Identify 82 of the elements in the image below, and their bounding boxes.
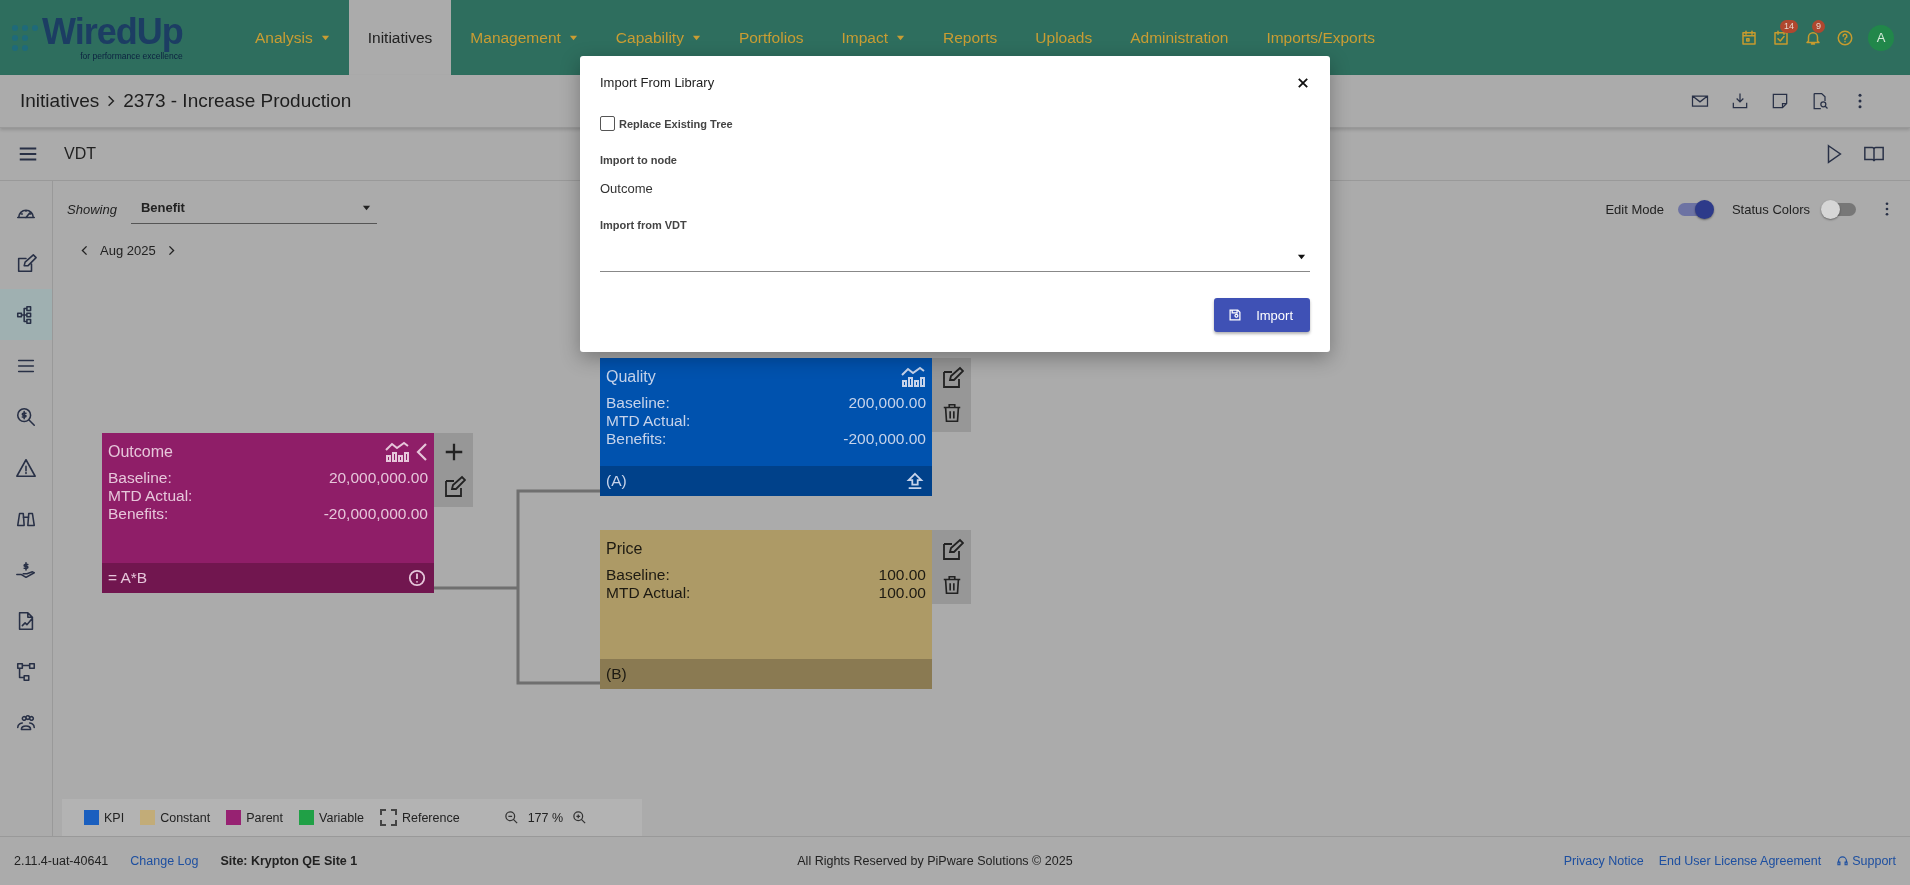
- edit-icon: [15, 252, 37, 275]
- toolbar-title: VDT: [64, 145, 96, 163]
- field-value: 100.00: [878, 566, 926, 584]
- chart-icon[interactable]: [900, 366, 926, 388]
- zoom-in-icon[interactable]: [572, 810, 588, 825]
- dialog-title: Import From Library: [600, 75, 715, 90]
- breadcrumb-link[interactable]: Initiatives: [20, 90, 100, 112]
- search-icon: [15, 405, 37, 428]
- node-formula: = A*B: [108, 569, 148, 587]
- nav-tab[interactable]: Capability: [596, 0, 720, 75]
- legend-label: Reference: [401, 810, 460, 825]
- save-icon: [1228, 308, 1243, 322]
- upload-icon[interactable]: [906, 472, 924, 490]
- user-avatar[interactable]: A: [1868, 24, 1894, 51]
- field-value: -200,000.00: [843, 430, 926, 448]
- field-label: Baseline:: [108, 469, 172, 487]
- zoom-out-icon[interactable]: [503, 810, 519, 825]
- note-icon[interactable]: [1770, 91, 1790, 111]
- field-label: Baseline:: [606, 394, 670, 412]
- legend-label: Constant: [160, 810, 211, 825]
- field-value: 100.00: [878, 584, 926, 602]
- footer-link[interactable]: Privacy Notice: [1563, 854, 1644, 868]
- toggle-switch[interactable]: [1824, 202, 1856, 216]
- node-formula: (A): [606, 472, 627, 490]
- chart-icon[interactable]: [384, 441, 410, 463]
- count-badge: 14: [1780, 19, 1798, 33]
- nav-tab[interactable]: Initiatives: [348, 0, 452, 75]
- chevron-right-icon: [107, 94, 116, 108]
- changelog-link[interactable]: Change Log: [130, 854, 199, 868]
- field-label: Benefits:: [108, 505, 169, 523]
- legend-swatch: [379, 809, 397, 826]
- node-card[interactable]: Price Baseline: 100.00 MTD Actual: 100.00 (B): [600, 530, 932, 689]
- version-text: 2.11.4-uat-40641: [14, 854, 109, 868]
- import-button[interactable]: Import: [1214, 298, 1310, 332]
- checkbox[interactable]: [600, 116, 615, 131]
- switch-label: Edit Mode: [1605, 201, 1664, 217]
- nav-tab[interactable]: Analysis: [236, 0, 349, 75]
- field-label: Benefits:: [606, 430, 667, 448]
- showing-dropdown[interactable]: Benefit: [130, 194, 377, 224]
- checkbox-label: Replace Existing Tree: [619, 117, 733, 130]
- field-label: Import to node: [600, 154, 677, 166]
- legend-label: Variable: [319, 810, 364, 825]
- field-value: 20,000,000.00: [328, 469, 428, 487]
- showing-label: Showing: [67, 201, 117, 217]
- hierarchy-icon: [15, 660, 37, 683]
- switch-label: Status Colors: [1731, 201, 1810, 217]
- field-label: Baseline:: [606, 566, 670, 584]
- field-value: 200,000.00: [848, 394, 926, 412]
- download-icon[interactable]: [1730, 91, 1750, 111]
- node-card[interactable]: Outcome Baseline: 20,000,000.00 MTD Actual: Benefits: -20,000,000.00 = A*B: [102, 433, 434, 593]
- caret-icon[interactable]: [361, 203, 371, 212]
- page-title: 2373 - Increase Production: [123, 90, 352, 112]
- node-formula: (B): [606, 665, 627, 683]
- site-label: Site: Krypton QE Site 1: [220, 854, 358, 868]
- chevron-left-icon[interactable]: [81, 245, 88, 256]
- period-label: Aug 2025: [100, 243, 156, 258]
- count-badge: 9: [1812, 19, 1825, 33]
- node-title: Outcome: [108, 443, 173, 461]
- node-title: Price: [606, 540, 643, 558]
- field-label: MTD Actual:: [606, 584, 691, 602]
- field-label: MTD Actual:: [108, 487, 193, 505]
- close-icon[interactable]: [1296, 75, 1310, 90]
- field-label: Import from VDT: [600, 219, 687, 231]
- zoom-level: 177 %: [527, 810, 564, 825]
- chevron-right-icon[interactable]: [167, 245, 175, 256]
- warning-icon: [15, 456, 37, 479]
- footer-link[interactable]: Support: [1836, 854, 1896, 868]
- field-label: MTD Actual:: [606, 412, 691, 430]
- nav-tab[interactable]: Management: [451, 0, 597, 75]
- field-value: Outcome: [600, 181, 653, 196]
- headset-icon: [1836, 854, 1850, 868]
- sidebar-item[interactable]: [0, 289, 52, 340]
- legend-label: Parent: [246, 810, 284, 825]
- dots-icon: [10, 22, 40, 53]
- nav-tab[interactable]: Impact: [822, 0, 925, 75]
- field-value: -20,000,000.00: [323, 505, 428, 523]
- node-title: Quality: [606, 368, 656, 386]
- footer-link[interactable]: End User License Agreement: [1658, 854, 1822, 868]
- copyright-text: All Rights Reserved by PiPware Solutions © 2025: [797, 854, 1073, 868]
- legend-label: KPI: [104, 810, 125, 825]
- info-icon[interactable]: [408, 569, 426, 587]
- node-card[interactable]: Quality Baseline: 200,000.00 MTD Actual: Benefits: -200,000.00 (A): [600, 358, 932, 496]
